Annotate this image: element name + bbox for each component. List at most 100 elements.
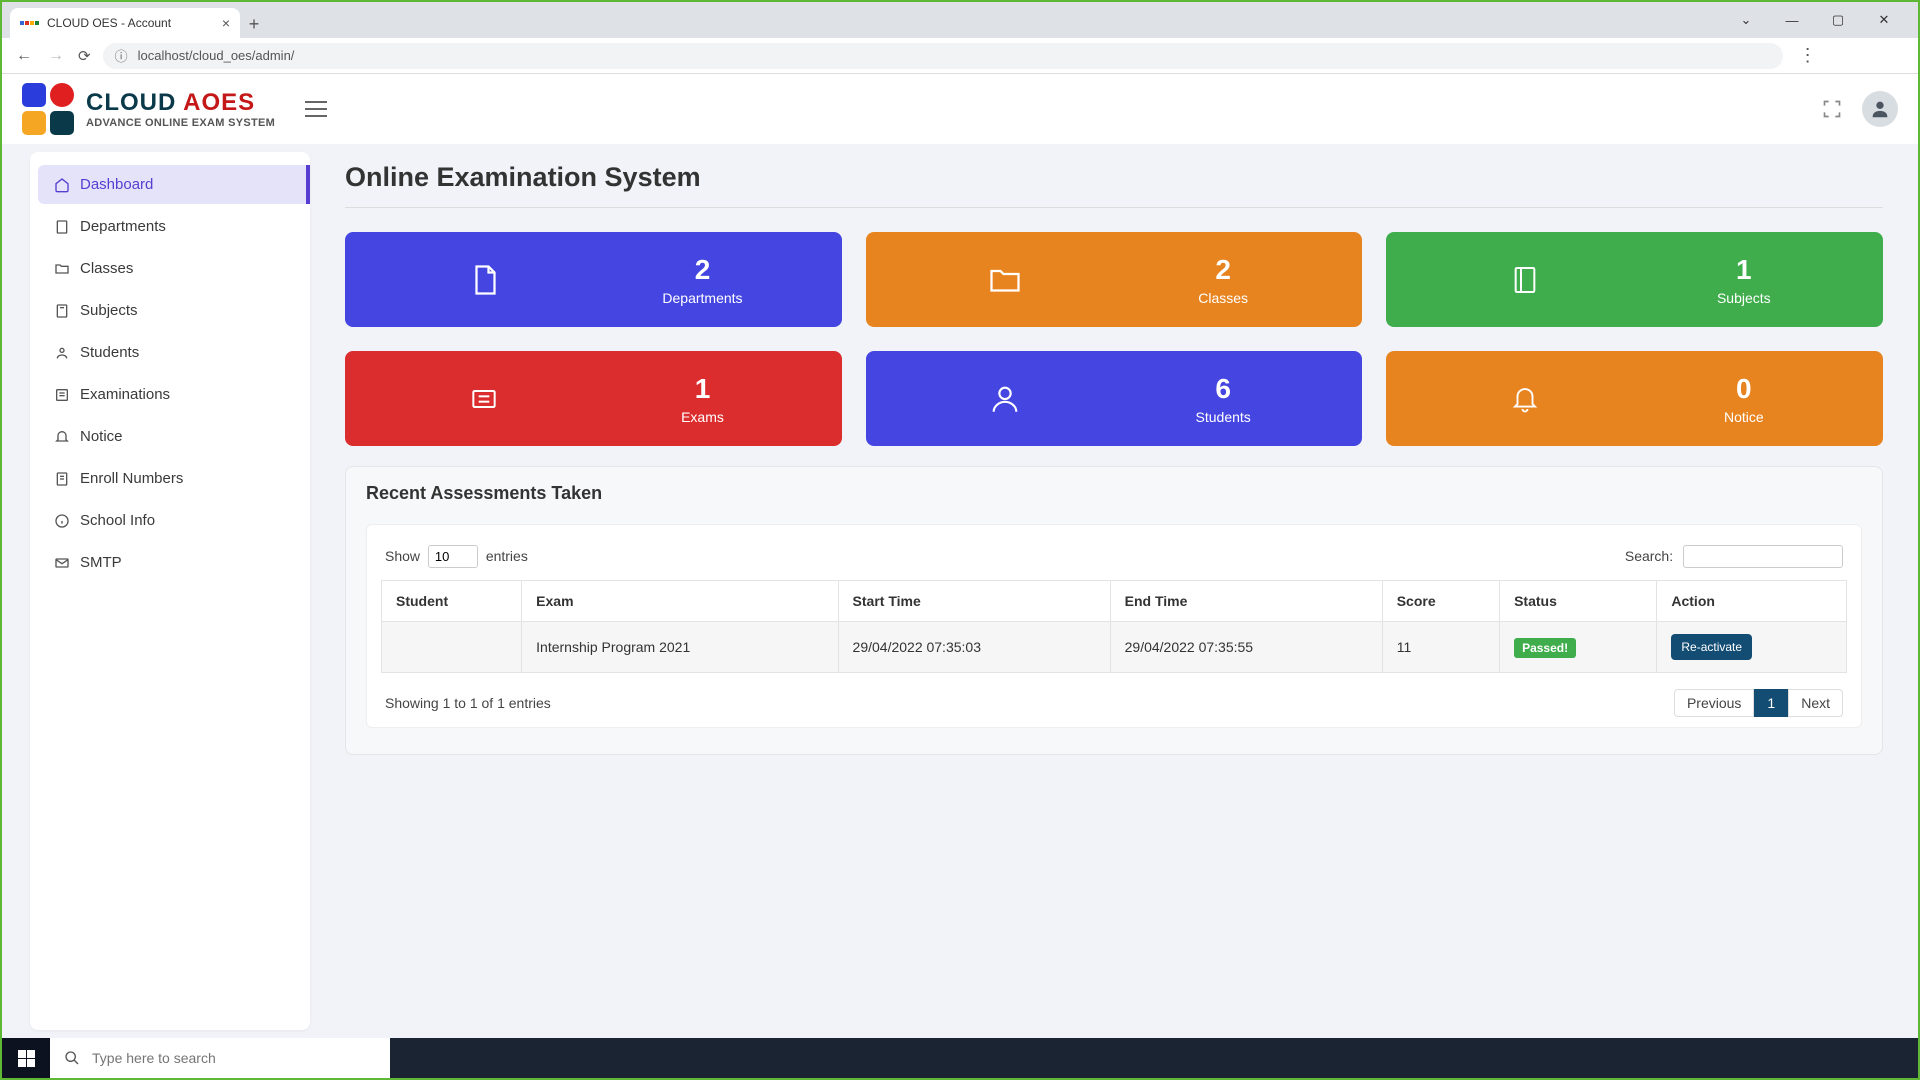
user-avatar[interactable] bbox=[1862, 91, 1898, 127]
entries-selector: Show entries bbox=[385, 545, 528, 568]
sidebar-label: Enroll Numbers bbox=[80, 470, 183, 487]
sidebar-item-classes[interactable]: Classes bbox=[38, 249, 302, 288]
card-departments[interactable]: 2Departments bbox=[345, 232, 842, 327]
main-content: Online Examination System 2Departments 2… bbox=[310, 144, 1918, 1038]
fullscreen-icon[interactable] bbox=[1822, 99, 1842, 119]
card-exams[interactable]: 1 Exams bbox=[345, 351, 842, 446]
user-icon bbox=[54, 345, 70, 361]
search-icon bbox=[64, 1050, 80, 1066]
table-header-row: Student Exam Start Time End Time Score S… bbox=[382, 581, 1847, 622]
sidebar-item-students[interactable]: Students bbox=[38, 333, 302, 372]
taskbar-search-input[interactable] bbox=[92, 1050, 376, 1066]
col-score[interactable]: Score bbox=[1382, 581, 1499, 622]
card-subjects[interactable]: 1 Subjects bbox=[1386, 232, 1883, 327]
cell-student bbox=[382, 622, 522, 673]
card-label: Subjects bbox=[1635, 290, 1853, 306]
favicon-icon bbox=[20, 21, 39, 25]
back-button[interactable]: ← bbox=[14, 47, 34, 65]
forward-button[interactable]: → bbox=[46, 47, 66, 65]
stat-cards: 2Departments 2Classes 1 Subjects 1 Exams 6… bbox=[345, 232, 1883, 446]
site-info-icon[interactable]: ⓘ bbox=[115, 46, 128, 65]
recent-assessments-panel: Recent Assessments Taken Show entries Se… bbox=[345, 466, 1883, 755]
tab-close-icon[interactable]: × bbox=[222, 15, 230, 31]
col-end[interactable]: End Time bbox=[1110, 581, 1382, 622]
card-count: 1 bbox=[1635, 254, 1853, 286]
card-count: 0 bbox=[1635, 373, 1853, 405]
url-input[interactable]: ⓘ localhost/cloud_oes/admin/ bbox=[103, 43, 1783, 69]
sidebar-item-notice[interactable]: Notice bbox=[38, 417, 302, 456]
card-notice[interactable]: 0 Notice bbox=[1386, 351, 1883, 446]
chevron-down-icon[interactable]: ⌄ bbox=[1732, 12, 1760, 28]
tab-title: CLOUD OES - Account bbox=[47, 16, 214, 30]
person-icon bbox=[988, 382, 1022, 416]
sidebar-item-examinations[interactable]: Examinations bbox=[38, 375, 302, 414]
bell-icon bbox=[54, 429, 70, 445]
reactivate-button[interactable]: Re-activate bbox=[1671, 634, 1752, 660]
sidebar-item-subjects[interactable]: Subjects bbox=[38, 291, 302, 330]
card-classes[interactable]: 2Classes bbox=[866, 232, 1363, 327]
cell-end: 29/04/2022 07:35:55 bbox=[1110, 622, 1382, 673]
start-button[interactable] bbox=[2, 1038, 50, 1078]
card-count: 1 bbox=[593, 373, 811, 405]
card-label: Departments bbox=[593, 290, 811, 306]
sidebar-item-departments[interactable]: Departments bbox=[38, 207, 302, 246]
new-tab-button[interactable]: + bbox=[240, 10, 268, 38]
page-prev[interactable]: Previous bbox=[1674, 689, 1754, 717]
card-label: Exams bbox=[593, 409, 811, 425]
taskbar-search[interactable] bbox=[50, 1038, 390, 1078]
minimize-icon[interactable]: — bbox=[1778, 13, 1806, 28]
col-status[interactable]: Status bbox=[1500, 581, 1657, 622]
col-action[interactable]: Action bbox=[1657, 581, 1847, 622]
maximize-icon[interactable]: ▢ bbox=[1824, 12, 1852, 28]
show-label: Show bbox=[385, 548, 420, 564]
folder-icon bbox=[54, 261, 70, 277]
search-label: Search: bbox=[1625, 548, 1673, 564]
close-window-icon[interactable]: ✕ bbox=[1870, 12, 1898, 28]
paper-icon bbox=[466, 383, 502, 415]
browser-tab[interactable]: CLOUD OES - Account × bbox=[10, 8, 240, 38]
browser-tab-bar: CLOUD OES - Account × + ⌄ — ▢ ✕ bbox=[2, 2, 1918, 38]
table-search: Search: bbox=[1625, 545, 1843, 568]
page-1[interactable]: 1 bbox=[1754, 689, 1788, 717]
search-input[interactable] bbox=[1683, 545, 1843, 568]
file-icon bbox=[54, 219, 70, 235]
entries-input[interactable] bbox=[428, 545, 478, 568]
url-text: localhost/cloud_oes/admin/ bbox=[138, 48, 295, 63]
status-badge: Passed! bbox=[1514, 638, 1576, 658]
folder-icon bbox=[987, 262, 1023, 298]
document-icon bbox=[466, 262, 502, 298]
mail-icon bbox=[54, 555, 70, 571]
page-next[interactable]: Next bbox=[1788, 689, 1843, 717]
sidebar-label: Students bbox=[80, 344, 139, 361]
logo-mark-icon bbox=[22, 83, 74, 135]
sidebar-label: Examinations bbox=[80, 386, 170, 403]
browser-menu-icon[interactable]: ⋮ bbox=[1795, 45, 1821, 66]
col-start[interactable]: Start Time bbox=[838, 581, 1110, 622]
cell-score: 11 bbox=[1382, 622, 1499, 673]
table-row: Internship Program 2021 29/04/2022 07:35… bbox=[382, 622, 1847, 673]
book-icon bbox=[54, 303, 70, 319]
sidebar-label: School Info bbox=[80, 512, 155, 529]
cell-start: 29/04/2022 07:35:03 bbox=[838, 622, 1110, 673]
assessments-table: Student Exam Start Time End Time Score S… bbox=[381, 580, 1847, 673]
info-icon bbox=[54, 513, 70, 529]
col-exam[interactable]: Exam bbox=[522, 581, 838, 622]
logo-text-1a: CLOUD bbox=[86, 89, 183, 116]
sidebar-item-enroll[interactable]: Enroll Numbers bbox=[38, 459, 302, 498]
sidebar-item-school-info[interactable]: School Info bbox=[38, 501, 302, 540]
windows-taskbar bbox=[2, 1038, 1918, 1078]
card-students[interactable]: 6Students bbox=[866, 351, 1363, 446]
menu-toggle-icon[interactable] bbox=[305, 101, 327, 117]
table-info: Showing 1 to 1 of 1 entries bbox=[385, 695, 551, 711]
cell-status: Passed! bbox=[1500, 622, 1657, 673]
sidebar-item-dashboard[interactable]: Dashboard bbox=[38, 165, 310, 204]
home-icon bbox=[54, 177, 70, 193]
col-student[interactable]: Student bbox=[382, 581, 522, 622]
reload-button[interactable]: ⟳ bbox=[78, 47, 91, 65]
app-logo[interactable]: CLOUD AOES ADVANCE ONLINE EXAM SYSTEM bbox=[22, 83, 275, 135]
sidebar-item-smtp[interactable]: SMTP bbox=[38, 543, 302, 582]
entries-label: entries bbox=[486, 548, 528, 564]
card-label: Students bbox=[1114, 409, 1332, 425]
sidebar-label: SMTP bbox=[80, 554, 122, 571]
card-label: Notice bbox=[1635, 409, 1853, 425]
